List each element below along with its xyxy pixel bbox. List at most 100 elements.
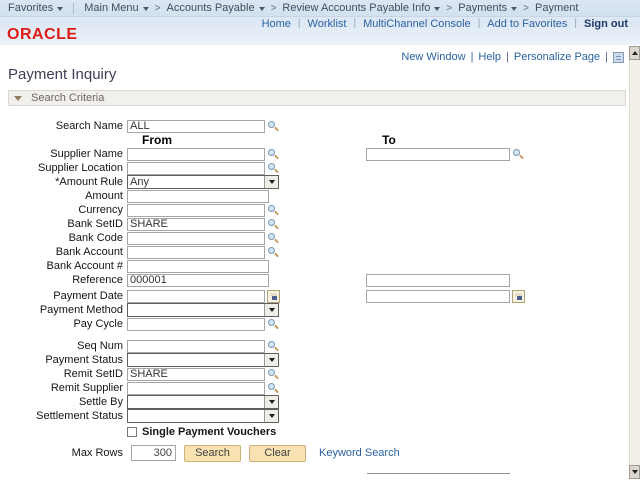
chevron-down-icon: [57, 7, 63, 11]
page-title: Payment Inquiry: [8, 66, 116, 83]
dropdown-arrow-icon[interactable]: [264, 304, 278, 316]
actions-row: Max Rows Search Clear Keyword Search: [0, 444, 628, 462]
search-criteria-form: Search Name From To Supplier Name Suppli…: [0, 119, 628, 462]
dropdown-arrow-icon[interactable]: [264, 176, 278, 188]
supplier-location-lookup-icon[interactable]: [267, 162, 279, 174]
payment-date-from-calendar-icon[interactable]: [267, 290, 280, 303]
supplier-name-to-input[interactable]: [366, 148, 510, 161]
bank-account-label: Bank Account: [0, 246, 127, 258]
breadcrumb-payments[interactable]: Payments: [458, 2, 517, 14]
remit-setid-lookup-icon[interactable]: [267, 368, 279, 380]
seq-num-input[interactable]: [127, 340, 265, 353]
payment-date-label: Payment Date: [0, 290, 127, 302]
remit-supplier-lookup-icon[interactable]: [267, 382, 279, 394]
reference-from-input[interactable]: [127, 274, 269, 287]
search-name-input[interactable]: [127, 120, 265, 133]
payment-inquiry-page: Favorites Main Menu > Accounts Payable >…: [0, 0, 640, 480]
link-separator: |: [478, 18, 481, 29]
vertical-scrollbar[interactable]: [629, 46, 640, 479]
form-row: Bank Code: [0, 231, 628, 245]
utility-links: Home | Worklist | MultiChannel Console |…: [262, 17, 628, 30]
supplier-location-input[interactable]: [127, 162, 265, 175]
seq-num-lookup-icon[interactable]: [267, 340, 279, 352]
form-row: Remit SetID: [0, 367, 628, 381]
personalize-page-link[interactable]: Personalize Page: [514, 51, 600, 63]
chevron-down-icon: [511, 7, 517, 11]
form-row: Supplier Location: [0, 161, 628, 175]
selected-value: Any: [128, 176, 264, 188]
supplier-name-lookup-icon[interactable]: [267, 148, 279, 160]
sign-out-button[interactable]: Sign out: [584, 18, 628, 30]
single-payment-vouchers-label: Single Payment Vouchers: [142, 426, 276, 438]
max-rows-input[interactable]: [131, 445, 176, 461]
to-column-header: To: [366, 133, 412, 147]
clear-button[interactable]: Clear: [249, 445, 306, 462]
selected-value: [128, 396, 264, 408]
currency-input[interactable]: [127, 204, 265, 217]
breadcrumb-separator: >: [271, 3, 277, 14]
search-button[interactable]: Search: [184, 445, 241, 462]
bank-code-input[interactable]: [127, 232, 265, 245]
add-to-favorites-link[interactable]: Add to Favorites: [487, 18, 567, 30]
scroll-down-icon[interactable]: [629, 465, 640, 479]
dropdown-arrow-icon[interactable]: [264, 410, 278, 422]
link-separator: |: [298, 18, 301, 29]
link-separator: |: [574, 18, 577, 29]
multichannel-console-link[interactable]: MultiChannel Console: [363, 18, 471, 30]
reference-label: Reference: [0, 274, 127, 286]
payment-date-to-input[interactable]: [366, 290, 510, 303]
breadcrumb-divider: [73, 3, 74, 14]
currency-lookup-icon[interactable]: [267, 204, 279, 216]
breadcrumb-label: Favorites: [8, 2, 53, 14]
breadcrumb-main-menu[interactable]: Main Menu: [84, 2, 148, 14]
pay-cycle-lookup-icon[interactable]: [267, 318, 279, 330]
dropdown-arrow-icon[interactable]: [264, 396, 278, 408]
bank-account-lookup-icon[interactable]: [267, 246, 279, 258]
home-link[interactable]: Home: [262, 18, 291, 30]
bank-account-number-label: Bank Account #: [0, 260, 127, 272]
bottom-divider: [367, 473, 510, 474]
remit-supplier-input[interactable]: [127, 382, 265, 395]
bank-setid-input[interactable]: [127, 218, 265, 231]
bank-setid-lookup-icon[interactable]: [267, 218, 279, 230]
scroll-up-icon[interactable]: [629, 46, 640, 60]
amount-input[interactable]: [127, 190, 269, 203]
selected-value: [128, 354, 264, 366]
single-payment-vouchers-checkbox[interactable]: [127, 427, 137, 437]
settle-by-label: Settle By: [0, 396, 127, 408]
collapse-triangle-icon[interactable]: [14, 96, 22, 101]
help-link[interactable]: Help: [478, 51, 501, 63]
new-window-link[interactable]: New Window: [401, 51, 465, 63]
reference-to-input[interactable]: [366, 274, 510, 287]
from-column-header: From: [126, 133, 188, 147]
bank-account-input[interactable]: [127, 246, 265, 259]
supplier-name-to-lookup-icon[interactable]: [512, 148, 524, 160]
remit-setid-label: Remit SetID: [0, 368, 127, 380]
bank-account-number-input[interactable]: [127, 260, 269, 273]
bank-code-lookup-icon[interactable]: [267, 232, 279, 244]
worklist-link[interactable]: Worklist: [308, 18, 347, 30]
search-name-lookup-icon[interactable]: [267, 120, 279, 132]
breadcrumb-review-ap-info[interactable]: Review Accounts Payable Info: [282, 2, 440, 14]
breadcrumb-label: Main Menu: [84, 2, 138, 14]
supplier-location-label: Supplier Location: [0, 162, 127, 174]
breadcrumb-accounts-payable[interactable]: Accounts Payable: [167, 2, 265, 14]
amount-rule-select[interactable]: Any: [127, 175, 279, 189]
payment-status-select[interactable]: [127, 353, 279, 367]
dropdown-arrow-icon[interactable]: [264, 354, 278, 366]
app-header: Favorites Main Menu > Accounts Payable >…: [0, 0, 640, 45]
payment-date-to-calendar-icon[interactable]: [512, 290, 525, 303]
search-criteria-section-bar: Search Criteria: [8, 90, 626, 106]
pay-cycle-input[interactable]: [127, 318, 265, 331]
keyword-search-link[interactable]: Keyword Search: [319, 447, 400, 459]
remit-setid-input[interactable]: [127, 368, 265, 381]
pay-cycle-label: Pay Cycle: [0, 318, 127, 330]
copy-url-icon[interactable]: [613, 52, 624, 63]
supplier-name-from-input[interactable]: [127, 148, 265, 161]
checkbox-row: Single Payment Vouchers: [0, 425, 628, 439]
breadcrumb-favorites[interactable]: Favorites: [8, 2, 63, 14]
payment-method-select[interactable]: [127, 303, 279, 317]
payment-date-from-input[interactable]: [127, 290, 265, 303]
settlement-status-select[interactable]: [127, 409, 279, 423]
settle-by-select[interactable]: [127, 395, 279, 409]
